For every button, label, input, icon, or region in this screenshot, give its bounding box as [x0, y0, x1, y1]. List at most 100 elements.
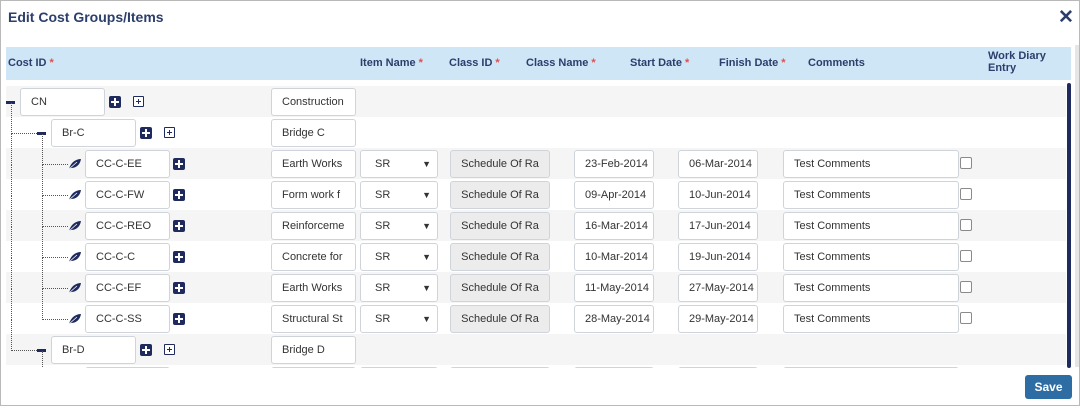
add-item-icon[interactable] — [173, 158, 185, 170]
add-item-icon[interactable] — [140, 127, 152, 139]
item-name-input[interactable]: Construction — [271, 88, 356, 116]
save-button[interactable]: Save — [1025, 375, 1072, 399]
table-row: CC-C-REO Reinforceme SR ▼ Schedule Of Ra … — [6, 196, 1066, 241]
class-name-field: Schedule Of Ra — [450, 243, 550, 271]
item-name-input[interactable]: Concrete for — [271, 243, 356, 271]
class-id-select[interactable]: SR ▼ — [360, 274, 438, 302]
finish-date-input[interactable]: 17-Jun-2014 — [678, 212, 758, 240]
class-id-select[interactable]: SR ▼ — [360, 150, 438, 178]
cost-id-input[interactable] — [85, 367, 170, 368]
table-row-group: Br-C Bridge C — [6, 103, 1066, 148]
start-date-input[interactable]: 09-Apr-2014 — [574, 181, 654, 209]
table-row: CC-C-EE Earth Works SR ▼ Schedule Of Ra 2… — [6, 134, 1066, 179]
add-item-icon[interactable] — [173, 189, 185, 201]
item-name-input[interactable]: Earth Works — [271, 150, 356, 178]
caret-down-icon: ▼ — [422, 252, 431, 262]
item-name-input[interactable]: Reinforceme — [271, 212, 356, 240]
item-name-input[interactable]: Bridge C — [271, 119, 356, 147]
caret-down-icon: ▼ — [422, 314, 431, 324]
class-name-field: Schedule Of Ra — [450, 212, 550, 240]
cost-id-input[interactable]: CN — [20, 88, 105, 116]
cost-id-input[interactable]: CC-C-EE — [85, 150, 170, 178]
scrollbar-track[interactable] — [1075, 45, 1079, 367]
tree-connector — [42, 164, 68, 165]
tree-connector — [11, 289, 12, 320]
header-cost-id: Cost ID * — [8, 57, 54, 69]
class-id-value: SR — [375, 158, 391, 170]
add-item-icon[interactable] — [173, 282, 185, 294]
tree-connector — [42, 196, 43, 227]
cost-id-input[interactable]: Br-D — [51, 336, 136, 364]
tree-connector — [42, 258, 43, 289]
finish-date-input[interactable]: 06-Mar-2014 — [678, 150, 758, 178]
start-date-input[interactable]: 23-Feb-2014 — [574, 150, 654, 178]
item-name-input[interactable]: Earth Works — [271, 274, 356, 302]
comments-input[interactable]: Test Comments — [783, 274, 959, 302]
work-diary-checkbox[interactable] — [960, 219, 972, 231]
add-item-icon[interactable] — [173, 313, 185, 325]
leaf-icon — [68, 252, 81, 263]
tree-connector — [11, 227, 12, 258]
work-diary-checkbox[interactable] — [960, 157, 972, 169]
class-id-select[interactable]: SR ▼ — [360, 212, 438, 240]
class-id-select[interactable]: SR ▼ — [360, 305, 438, 333]
cost-id-input[interactable]: CC-C-FW — [85, 181, 170, 209]
work-diary-checkbox[interactable] — [960, 250, 972, 262]
header-comments: Comments — [808, 57, 865, 69]
add-group-icon[interactable] — [164, 344, 175, 355]
work-diary-checkbox[interactable] — [960, 188, 972, 200]
start-date-input[interactable]: 28-May-2014 — [574, 305, 654, 333]
finish-date-input[interactable]: 19-Jun-2014 — [678, 243, 758, 271]
cost-id-input[interactable]: CC-C-REO — [85, 212, 170, 240]
add-item-icon[interactable] — [140, 344, 152, 356]
item-name-input[interactable]: Bridge D — [271, 336, 356, 364]
cost-id-input[interactable]: CC-C-SS — [85, 305, 170, 333]
class-name-field: Schedule Of Ra — [450, 274, 550, 302]
tree-connector — [42, 195, 68, 196]
table-header: Cost ID * Item Name * Class ID * Class Name… — [6, 47, 1071, 80]
add-group-icon[interactable] — [164, 127, 175, 138]
caret-down-icon: ▼ — [422, 221, 431, 231]
add-item-icon[interactable] — [173, 220, 185, 232]
add-group-icon[interactable] — [133, 96, 144, 107]
comments-input[interactable] — [783, 367, 959, 368]
tree-connector — [42, 351, 43, 368]
finish-date-input[interactable] — [678, 367, 758, 368]
cost-id-input[interactable]: CC-C-EF — [85, 274, 170, 302]
scrollbar-thumb[interactable] — [1067, 83, 1071, 368]
class-id-select[interactable] — [360, 367, 438, 368]
caret-down-icon: ▼ — [422, 190, 431, 200]
item-name-input[interactable]: Form work f — [271, 181, 356, 209]
class-id-value: SR — [375, 220, 391, 232]
tree-connector — [11, 350, 37, 351]
add-item-icon[interactable] — [109, 96, 121, 108]
class-name-field: Schedule Of Ra — [450, 150, 550, 178]
finish-date-input[interactable]: 10-Jun-2014 — [678, 181, 758, 209]
tree-connector — [42, 257, 68, 258]
item-name-input[interactable] — [271, 367, 356, 368]
dialog-title: Edit Cost Groups/Items — [8, 9, 164, 25]
add-item-icon[interactable] — [173, 251, 185, 263]
tree-connector — [42, 134, 43, 165]
comments-input[interactable]: Test Comments — [783, 243, 959, 271]
comments-input[interactable]: Test Comments — [783, 212, 959, 240]
finish-date-input[interactable]: 29-May-2014 — [678, 305, 758, 333]
comments-input[interactable]: Test Comments — [783, 305, 959, 333]
work-diary-checkbox[interactable] — [960, 281, 972, 293]
comments-input[interactable]: Test Comments — [783, 150, 959, 178]
close-icon[interactable]: ✕ — [1058, 8, 1074, 27]
class-id-select[interactable]: SR ▼ — [360, 243, 438, 271]
cost-id-input[interactable]: Br-C — [51, 119, 136, 147]
start-date-input[interactable] — [574, 367, 654, 368]
finish-date-input[interactable]: 27-May-2014 — [678, 274, 758, 302]
leaf-icon — [68, 221, 81, 232]
start-date-input[interactable]: 10-Mar-2014 — [574, 243, 654, 271]
class-id-value: SR — [375, 189, 391, 201]
start-date-input[interactable]: 16-Mar-2014 — [574, 212, 654, 240]
work-diary-checkbox[interactable] — [960, 312, 972, 324]
class-id-select[interactable]: SR ▼ — [360, 181, 438, 209]
start-date-input[interactable]: 11-May-2014 — [574, 274, 654, 302]
comments-input[interactable]: Test Comments — [783, 181, 959, 209]
cost-id-input[interactable]: CC-C-C — [85, 243, 170, 271]
item-name-input[interactable]: Structural St — [271, 305, 356, 333]
